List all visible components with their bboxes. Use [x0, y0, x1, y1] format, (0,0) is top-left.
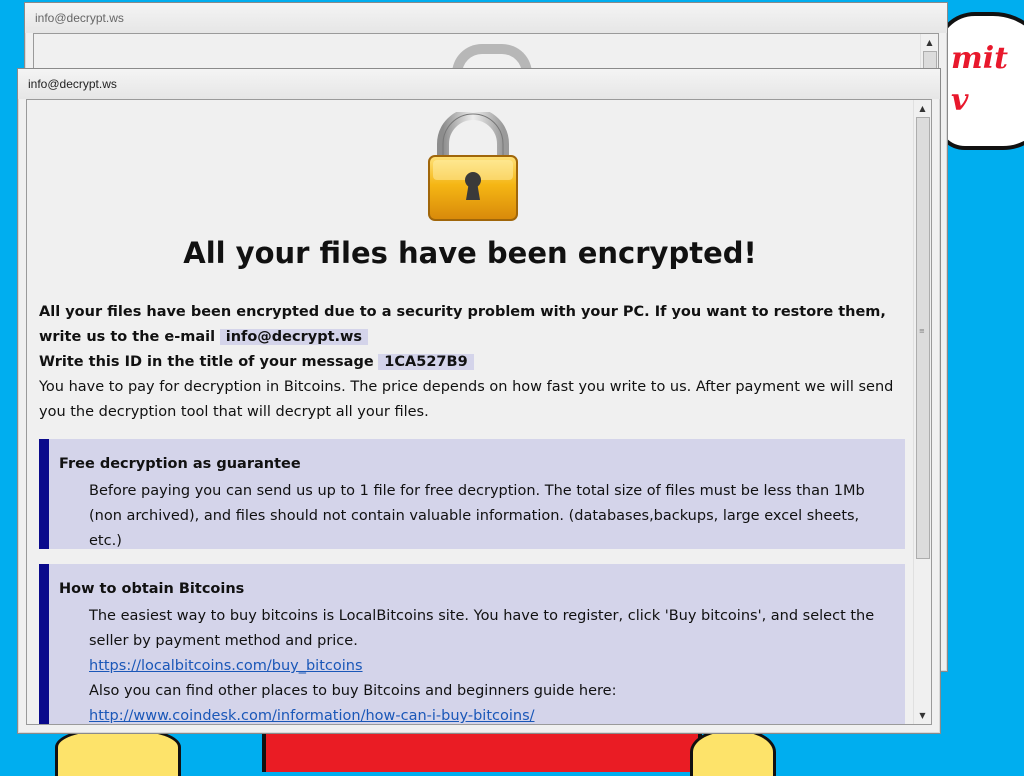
padlock-icon: [428, 112, 518, 221]
localbitcoins-link[interactable]: https://localbitcoins.com/buy_bitcoins: [89, 658, 363, 674]
coindesk-link[interactable]: http://www.coindesk.com/information/how-…: [89, 708, 535, 724]
panel-title: How to obtain Bitcoins: [59, 581, 245, 597]
scroll-up-icon[interactable]: ▲: [914, 100, 931, 117]
background-window-titlebar[interactable]: info@decrypt.ws: [25, 3, 947, 33]
wallpaper-cartoon-shirt: [262, 732, 702, 772]
contact-email[interactable]: info@decrypt.ws: [219, 329, 369, 345]
scroll-up-icon[interactable]: ▲: [921, 34, 938, 51]
scroll-down-icon[interactable]: ▼: [914, 707, 931, 724]
panel-body: The easiest way to buy bitcoins is Local…: [89, 604, 895, 724]
scroll-grip-icon: ≡: [919, 327, 925, 335]
intro-text: All your files have been encrypted due t…: [39, 304, 886, 345]
intro-paragraph: All your files have been encrypted due t…: [39, 300, 903, 350]
scroll-thumb[interactable]: ≡: [916, 117, 930, 559]
ransom-note-window[interactable]: info@decrypt.ws All your files have been…: [17, 68, 941, 734]
id-paragraph: Write this ID in the title of your messa…: [39, 350, 903, 375]
vertical-scrollbar[interactable]: ▲ ≡ ▼: [913, 100, 931, 724]
ransom-instructions: All your files have been encrypted due t…: [39, 300, 903, 425]
payment-paragraph: You have to pay for decryption in Bitcoi…: [39, 379, 894, 420]
ransom-headline: All your files have been encrypted!: [183, 236, 757, 270]
victim-id[interactable]: 1CA527B9: [378, 354, 474, 370]
bitcoin-instructions: The easiest way to buy bitcoins is Local…: [89, 608, 875, 649]
wallpaper-cartoon-hand-left: [55, 728, 181, 776]
obtain-bitcoins-panel: How to obtain Bitcoins The easiest way t…: [39, 564, 905, 724]
bitcoin-guide-text: Also you can find other places to buy Bi…: [89, 683, 617, 699]
wallpaper-speech-bubble: mit v: [935, 12, 1024, 150]
wallpaper-cartoon-hand-right: [690, 728, 776, 776]
id-label: Write this ID in the title of your messa…: [39, 354, 374, 370]
window-client: All your files have been encrypted! All …: [26, 99, 932, 725]
ransom-note-content: All your files have been encrypted! All …: [27, 100, 913, 724]
panel-body: Before paying you can send us up to 1 fi…: [89, 483, 865, 549]
window-titlebar[interactable]: info@decrypt.ws: [18, 69, 940, 99]
wallpaper-bubble-text: mit v: [951, 41, 1008, 118]
free-decryption-panel: Free decryption as guarantee Before payi…: [39, 439, 905, 549]
panel-title: Free decryption as guarantee: [59, 456, 301, 472]
